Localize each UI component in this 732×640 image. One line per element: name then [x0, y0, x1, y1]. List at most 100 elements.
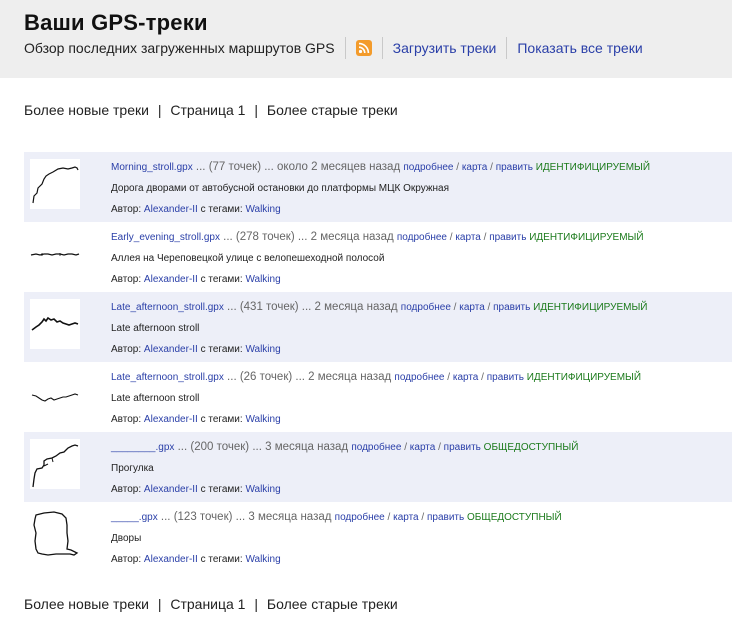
visibility-badge: ОБЩЕДОСТУПНЫЙ	[483, 442, 579, 453]
edit-link[interactable]: править	[493, 302, 530, 313]
edit-link[interactable]: править	[487, 372, 524, 383]
track-row: ________.gpx ... (200 точек) ... 3 месяц…	[24, 432, 732, 502]
track-meta: ... (200 точек) ... 3 месяца назад	[174, 441, 352, 453]
tag-link[interactable]: Walking	[245, 414, 280, 425]
show-all-tracks-link[interactable]: Показать все треки	[517, 40, 642, 56]
author-link[interactable]: Alexander-II	[144, 344, 198, 355]
track-author-line: Автор: Alexander-II с тегами: Walking	[111, 553, 727, 567]
author-link[interactable]: Alexander-II	[144, 274, 198, 285]
details-link[interactable]: подробнее	[401, 302, 451, 313]
page-title: Ваши GPS-треки	[24, 10, 208, 35]
visibility-badge: ИДЕНТИФИЦИРУЕМЫЙ	[533, 302, 648, 313]
track-list: Morning_stroll.gpx ... (77 точек) ... ок…	[24, 152, 732, 572]
tags-label: с тегами:	[197, 484, 246, 495]
pagination-separator: |	[254, 102, 259, 118]
details-link[interactable]: подробнее	[394, 372, 444, 383]
divider	[506, 37, 508, 59]
details-link[interactable]: подробнее	[335, 512, 385, 523]
track-meta: ... (123 точек) ... 3 месяца назад	[157, 511, 335, 523]
header-subrow: Обзор последних загруженных маршрутов GP…	[24, 37, 643, 59]
track-author-line: Автор: Alexander-II с тегами: Walking	[111, 273, 727, 287]
details-link[interactable]: подробнее	[397, 232, 447, 243]
track-meta: ... (278 точек) ... 2 месяца назад	[219, 231, 397, 243]
track-thumbnail[interactable]	[30, 509, 80, 559]
newer-tracks-link[interactable]: Более новые треки	[24, 596, 149, 612]
author-link[interactable]: Alexander-II	[144, 414, 198, 425]
track-filename-link[interactable]: Late_afternoon_stroll.gpx	[111, 302, 224, 313]
track-info: Morning_stroll.gpx ... (77 точек) ... ок…	[111, 160, 727, 217]
pagination-top: Более новые треки | Страница 1 | Более с…	[24, 102, 398, 118]
track-filename-link[interactable]: Late_afternoon_stroll.gpx	[111, 372, 224, 383]
edit-link[interactable]: править	[444, 442, 481, 453]
visibility-badge: ОБЩЕДОСТУПНЫЙ	[466, 512, 562, 523]
track-info: _____.gpx ... (123 точек) ... 3 месяца н…	[111, 510, 727, 567]
track-info: Late_afternoon_stroll.gpx ... (26 точек)…	[111, 370, 727, 427]
tag-link[interactable]: Walking	[245, 484, 280, 495]
tags-label: с тегами:	[197, 274, 246, 285]
track-author-line: Автор: Alexander-II с тегами: Walking	[111, 343, 727, 357]
rss-feed-icon[interactable]	[355, 40, 372, 56]
track-filename-link[interactable]: Early_evening_stroll.gpx	[111, 232, 220, 243]
tag-link[interactable]: Walking	[245, 344, 280, 355]
pagination-separator: |	[254, 596, 259, 612]
track-info: ________.gpx ... (200 точек) ... 3 месяц…	[111, 440, 727, 497]
track-author-line: Автор: Alexander-II с тегами: Walking	[111, 203, 727, 217]
track-meta: ... (77 точек) ... около 2 месяцев назад	[192, 161, 404, 173]
track-thumbnail[interactable]	[30, 229, 80, 279]
divider	[381, 37, 383, 59]
upload-tracks-link[interactable]: Загрузить треки	[393, 40, 497, 56]
track-description: Late afternoon stroll	[111, 393, 200, 404]
details-link[interactable]: подробнее	[351, 442, 401, 453]
edit-link[interactable]: править	[496, 162, 533, 173]
author-link[interactable]: Alexander-II	[144, 554, 198, 565]
tag-link[interactable]: Walking	[245, 274, 280, 285]
pagination-separator: |	[157, 102, 162, 118]
details-link[interactable]: подробнее	[403, 162, 453, 173]
map-link[interactable]: карта	[393, 512, 419, 523]
track-thumbnail[interactable]	[30, 369, 80, 419]
author-label: Автор:	[111, 204, 144, 215]
page-subtitle: Обзор последних загруженных маршрутов GP…	[24, 40, 335, 56]
track-thumbnail[interactable]	[30, 299, 80, 349]
map-link[interactable]: карта	[410, 442, 436, 453]
visibility-badge: ИДЕНТИФИЦИРУЕМЫЙ	[535, 162, 651, 173]
track-filename-link[interactable]: _____.gpx	[111, 512, 158, 523]
track-row: _____.gpx ... (123 точек) ... 3 месяца н…	[24, 502, 732, 572]
author-link[interactable]: Alexander-II	[144, 204, 198, 215]
track-filename-link[interactable]: ________.gpx	[111, 442, 174, 453]
track-description: Late afternoon stroll	[111, 323, 200, 334]
map-link[interactable]: карта	[462, 162, 488, 173]
older-tracks-link[interactable]: Более старые треки	[267, 102, 398, 118]
pagination-separator: |	[157, 596, 162, 612]
edit-link[interactable]: править	[427, 512, 464, 523]
map-link[interactable]: карта	[459, 302, 485, 313]
track-description: Дорога дворами от автобусной остановки д…	[111, 183, 450, 194]
track-description: Аллея на Череповецкой улице с велопешехо…	[111, 253, 385, 264]
track-info: Late_afternoon_stroll.gpx ... (431 точек…	[111, 300, 727, 357]
track-author-line: Автор: Alexander-II с тегами: Walking	[111, 413, 727, 427]
tags-label: с тегами:	[197, 554, 246, 565]
visibility-badge: ИДЕНТИФИЦИРУЕМЫЙ	[529, 232, 644, 243]
track-meta: ... (431 точек) ... 2 месяца назад	[223, 301, 401, 313]
map-link[interactable]: карта	[455, 232, 481, 243]
track-row: Early_evening_stroll.gpx ... (278 точек)…	[24, 222, 732, 292]
pagination-bottom: Более новые треки | Страница 1 | Более с…	[24, 596, 398, 612]
newer-tracks-link[interactable]: Более новые треки	[24, 102, 149, 118]
track-author-line: Автор: Alexander-II с тегами: Walking	[111, 483, 727, 497]
tag-link[interactable]: Walking	[245, 204, 280, 215]
visibility-badge: ИДЕНТИФИЦИРУЕМЫЙ	[526, 372, 642, 383]
current-page-label: Страница 1	[170, 596, 246, 612]
tag-link[interactable]: Walking	[245, 554, 280, 565]
track-description: Дворы	[111, 533, 142, 544]
track-row: Late_afternoon_stroll.gpx ... (26 точек)…	[24, 362, 732, 432]
track-thumbnail[interactable]	[30, 159, 80, 209]
map-link[interactable]: карта	[453, 372, 479, 383]
track-filename-link[interactable]: Morning_stroll.gpx	[111, 162, 193, 173]
track-info: Early_evening_stroll.gpx ... (278 точек)…	[111, 230, 727, 287]
edit-link[interactable]: править	[489, 232, 526, 243]
tags-label: с тегами:	[197, 204, 246, 215]
author-link[interactable]: Alexander-II	[144, 484, 198, 495]
track-thumbnail[interactable]	[30, 439, 80, 489]
older-tracks-link[interactable]: Более старые треки	[267, 596, 398, 612]
track-meta: ... (26 точек) ... 2 месяца назад	[223, 371, 395, 383]
